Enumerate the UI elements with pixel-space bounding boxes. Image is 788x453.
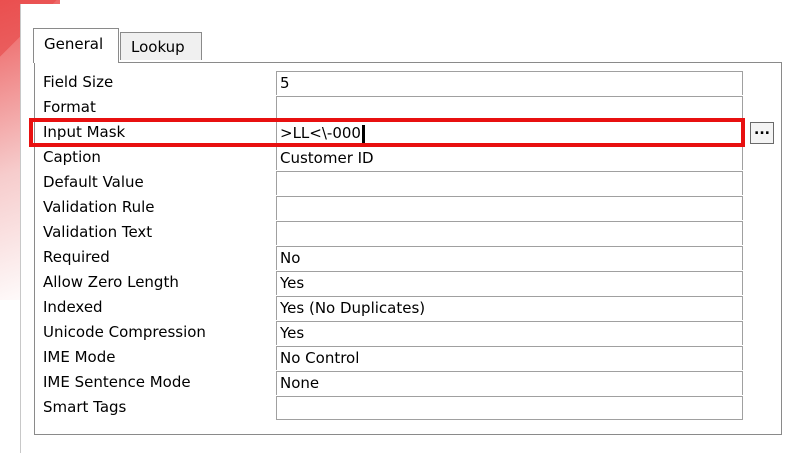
default-value-input[interactable] xyxy=(276,171,743,195)
property-label: IME Mode xyxy=(43,348,116,366)
caption-input[interactable]: Customer ID xyxy=(276,146,743,170)
property-label: Unicode Compression xyxy=(43,323,206,341)
field-properties-panel: General Lookup Field Size 5 Format Input… xyxy=(20,4,788,453)
property-row-validation-rule: Validation Rule xyxy=(35,195,781,220)
property-row-input-mask: Input Mask >LL<\-000 xyxy=(35,120,781,145)
property-label: Field Size xyxy=(43,73,114,91)
input-mask-value: >LL<\-000 xyxy=(280,124,361,142)
property-row-ime-mode: IME Mode No Control xyxy=(35,345,781,370)
property-row-indexed: Indexed Yes (No Duplicates) xyxy=(35,295,781,320)
property-row-unicode-compression: Unicode Compression Yes xyxy=(35,320,781,345)
property-label: Smart Tags xyxy=(43,398,127,416)
input-mask-input[interactable]: >LL<\-000 xyxy=(276,121,743,145)
input-mask-builder-button[interactable]: ... xyxy=(750,122,774,144)
tab-lookup[interactable]: Lookup xyxy=(120,32,202,60)
required-select[interactable]: No xyxy=(276,246,743,270)
property-row-ime-sentence-mode: IME Sentence Mode None xyxy=(35,370,781,395)
format-input[interactable] xyxy=(276,96,743,120)
tab-general[interactable]: General xyxy=(33,28,119,63)
indexed-select[interactable]: Yes (No Duplicates) xyxy=(276,296,743,320)
property-label: Input Mask xyxy=(43,123,126,141)
property-label: Allow Zero Length xyxy=(43,273,179,291)
ime-sentence-mode-select[interactable]: None xyxy=(276,371,743,395)
property-row-validation-text: Validation Text xyxy=(35,220,781,245)
allow-zero-length-select[interactable]: Yes xyxy=(276,271,743,295)
ime-mode-select[interactable]: No Control xyxy=(276,346,743,370)
property-row-required: Required No xyxy=(35,245,781,270)
property-label: Validation Text xyxy=(43,223,153,241)
property-row-smart-tags: Smart Tags xyxy=(35,395,781,420)
unicode-compression-select[interactable]: Yes xyxy=(276,321,743,345)
properties-grid: Field Size 5 Format Input Mask >LL<\-000… xyxy=(34,62,782,435)
property-label: Required xyxy=(43,248,110,266)
text-cursor xyxy=(361,124,365,143)
property-row-allow-zero-length: Allow Zero Length Yes xyxy=(35,270,781,295)
property-row-field-size: Field Size 5 xyxy=(35,70,781,95)
property-label: Indexed xyxy=(43,298,103,316)
property-label: Caption xyxy=(43,148,101,166)
property-row-format: Format xyxy=(35,95,781,120)
property-row-caption: Caption Customer ID xyxy=(35,145,781,170)
smart-tags-input[interactable] xyxy=(276,396,743,420)
property-label: IME Sentence Mode xyxy=(43,373,191,391)
property-row-default-value: Default Value xyxy=(35,170,781,195)
property-label: Validation Rule xyxy=(43,198,155,216)
property-label: Format xyxy=(43,98,96,116)
field-size-input[interactable]: 5 xyxy=(276,71,743,95)
validation-rule-input[interactable] xyxy=(276,196,743,220)
property-label: Default Value xyxy=(43,173,144,191)
validation-text-input[interactable] xyxy=(276,221,743,245)
